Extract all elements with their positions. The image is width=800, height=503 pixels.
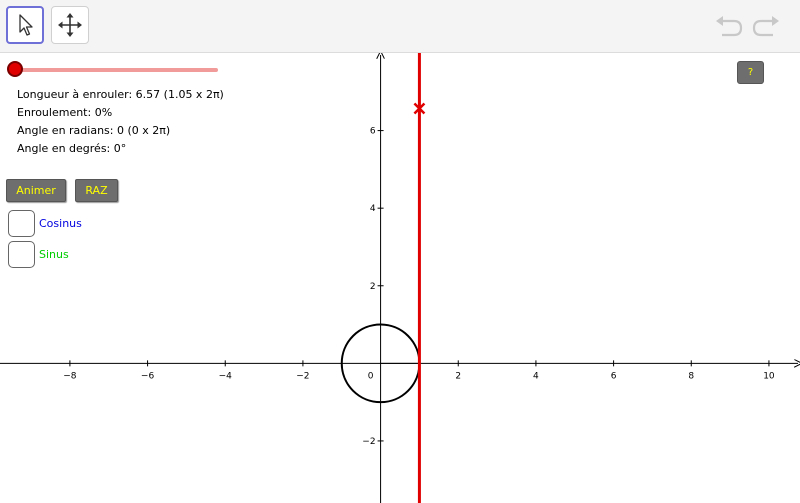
y-tick-label: 6 [370,127,376,137]
move-graphics-view-button[interactable] [51,6,89,44]
angle-radians-text: Angle en radians: 0 (0 x 2π) [17,124,171,137]
four-arrow-move-icon [58,13,82,37]
sinus-label: Sinus [39,248,69,261]
cosinus-label: Cosinus [39,217,82,230]
x-tick-label: 0 [368,371,374,381]
slider-track[interactable] [15,68,218,72]
winding-text: Enroulement: 0% [17,106,113,119]
help-button[interactable]: ? [737,61,764,84]
x-tick-label: 6 [611,371,617,381]
graphics-view[interactable]: −8 −6 −4 −2 0 2 4 6 8 10 −2 2 4 6 [0,53,800,503]
toolbar [0,0,800,53]
x-tick-label: −8 [63,371,77,381]
y-tick-label: 2 [370,282,376,292]
x-tick-label: 2 [455,371,461,381]
axes [0,55,798,503]
cosinus-checkbox[interactable] [8,210,35,237]
x-tick-label: 10 [763,371,775,381]
redo-arrow-icon [752,16,779,37]
x-tick-label: −6 [141,371,155,381]
x-tick-label: 4 [533,371,539,381]
y-tick-label: −2 [362,437,375,447]
redo-button[interactable] [751,12,781,40]
move-tool-button[interactable] [6,6,44,44]
slider-knob[interactable] [7,61,23,77]
angle-degrees-text: Angle en degrés: 0° [17,142,127,155]
x-tick-label: 8 [688,371,694,381]
sinus-checkbox[interactable] [8,241,35,268]
x-tick-label: −2 [296,371,309,381]
y-tick-label: 4 [370,204,376,214]
animate-button[interactable]: Animer [6,179,66,202]
undo-arrow-icon [716,16,743,37]
x-tick-label: −4 [219,371,233,381]
undo-button[interactable] [714,12,744,40]
pointer-arrow-icon [19,14,33,36]
reset-button[interactable]: RAZ [75,179,118,202]
length-text: Longueur à enrouler: 6.57 (1.05 x 2π) [17,88,224,101]
